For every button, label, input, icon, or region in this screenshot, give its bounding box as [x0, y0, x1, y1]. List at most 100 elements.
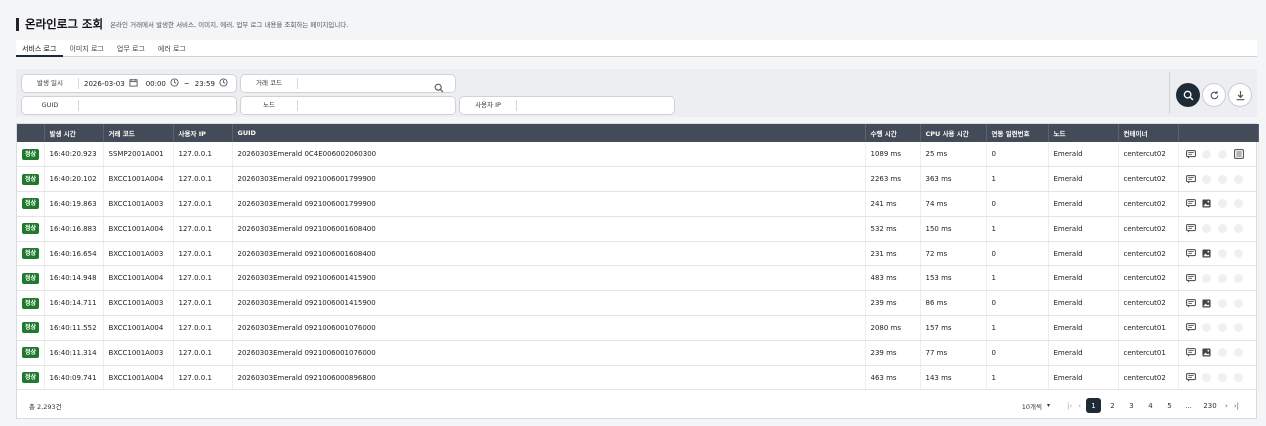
log-tabs: 서비스 로그 이미지 로그 업무 로그 에러 로그	[16, 40, 1257, 57]
table-row[interactable]: 정상 16:40:14.948 BXCC1001A004 127.0.0.1 20260…	[17, 265, 1259, 292]
cell-node: Emerald	[1048, 191, 1119, 217]
table-row[interactable]: 정상 16:40:16.883 BXCC1001A004 127.0.0.1 20260…	[17, 216, 1259, 242]
message-icon[interactable]	[1185, 348, 1196, 358]
message-icon[interactable]	[1185, 174, 1196, 184]
guid-field[interactable]: GUID	[21, 96, 237, 115]
user-ip-field[interactable]: 사용자 IP	[459, 96, 675, 115]
clock-icon[interactable]	[170, 78, 179, 89]
table-row[interactable]: 정상 16:40:11.552 BXCC1001A004 127.0.0.1 20260…	[17, 315, 1259, 341]
cell-node: Emerald	[1048, 216, 1119, 242]
page-size-select[interactable]: 10개씩 ▾	[1022, 401, 1050, 411]
cell-guid: 20260303Emerald 0921006001076000	[232, 340, 866, 366]
image-icon[interactable]	[1202, 298, 1212, 308]
tab-error-log[interactable]: 에러 로그	[152, 40, 193, 57]
table-row[interactable]: 정상 16:40:11.314 BXCC1001A003 127.0.0.1 20260…	[17, 340, 1259, 366]
table-row[interactable]: 정상 16:40:20.923 SSMP2001A001 127.0.0.1 20260…	[17, 142, 1259, 168]
cell-cpu-time: 150 ms	[920, 216, 987, 242]
cell-exec-time: 1089 ms	[865, 142, 921, 168]
cell-tx-code: BXCC1001A004	[103, 365, 174, 391]
status-badge: 정상	[22, 248, 40, 260]
page-5[interactable]: 5	[1162, 398, 1177, 413]
cell-actions	[1178, 191, 1259, 217]
node-field[interactable]: 노드	[240, 96, 456, 115]
message-icon[interactable]	[1185, 249, 1196, 259]
cell-tx-code: SSMP2001A001	[103, 142, 174, 168]
image-icon[interactable]	[1202, 199, 1212, 209]
cell-tx-code: BXCC1001A004	[103, 265, 174, 292]
next-page-icon[interactable]: ›	[1225, 402, 1228, 410]
detail-icon[interactable]	[1233, 149, 1244, 160]
cell-link-seq: 0	[986, 142, 1049, 168]
last-page-icon[interactable]: ›|	[1234, 402, 1239, 410]
message-icon[interactable]	[1185, 149, 1196, 159]
reset-button[interactable]	[1202, 83, 1226, 107]
detail-icon	[1234, 323, 1244, 333]
cell-container: centercut02	[1118, 365, 1179, 391]
message-icon[interactable]	[1185, 373, 1196, 383]
calendar-icon[interactable]	[129, 78, 138, 89]
message-icon[interactable]	[1185, 224, 1196, 234]
date-input[interactable]: 2026-03-03	[84, 80, 125, 88]
search-icon[interactable]	[434, 78, 444, 93]
cell-node: Emerald	[1048, 315, 1119, 341]
page-subtitle: 온라인 거래에서 발생한 서비스, 이미지, 에러, 업무 로그 내용을 조회하…	[110, 21, 349, 29]
detail-icon	[1234, 273, 1244, 283]
image-icon	[1202, 224, 1212, 234]
tab-service-log[interactable]: 서비스 로그	[16, 40, 64, 57]
cell-tx-code: BXCC1001A003	[103, 191, 174, 217]
table-row[interactable]: 정상 16:40:16.654 BXCC1001A003 127.0.0.1 20260…	[17, 241, 1259, 267]
col-cpu-time: CPU 사용 시간	[920, 124, 987, 142]
cell-link-seq: 1	[986, 166, 1049, 193]
image-icon[interactable]	[1202, 249, 1212, 259]
page-last-number[interactable]: 230	[1200, 398, 1220, 413]
page-2[interactable]: 2	[1105, 398, 1120, 413]
message-icon[interactable]	[1185, 199, 1196, 209]
first-page-icon[interactable]: |‹	[1067, 402, 1072, 410]
online-log-page: 온라인로그 조회 온라인 거래에서 발생한 서비스, 이미지, 에러, 업무 로…	[0, 0, 1266, 426]
tab-business-log[interactable]: 업무 로그	[111, 40, 152, 57]
end-time-input[interactable]: 23:59	[195, 80, 215, 88]
table-body: 정상 16:40:20.923 SSMP2001A001 127.0.0.1 20260…	[17, 142, 1259, 391]
table-row[interactable]: 정상 16:40:19.863 BXCC1001A003 127.0.0.1 20260…	[17, 191, 1259, 217]
page-3[interactable]: 3	[1124, 398, 1139, 413]
download-button[interactable]	[1228, 83, 1252, 107]
status-badge: 정상	[22, 173, 40, 185]
search-button[interactable]	[1176, 83, 1200, 107]
cell-cpu-time: 77 ms	[920, 340, 987, 366]
prev-page-icon[interactable]: ‹	[1078, 402, 1081, 410]
cell-guid: 20260303Emerald 0C4E006002060300	[232, 142, 866, 168]
message-icon[interactable]	[1185, 298, 1196, 308]
detail-icon	[1234, 199, 1244, 209]
cell-container: centercut02	[1118, 142, 1179, 168]
cell-exec-time: 483 ms	[865, 265, 921, 292]
cell-exec-time: 231 ms	[865, 241, 921, 267]
cell-status: 정상	[17, 216, 45, 242]
cell-exec-time: 2263 ms	[865, 166, 921, 193]
start-time-input[interactable]: 00:00	[146, 80, 166, 88]
tab-image-log[interactable]: 이미지 로그	[63, 40, 110, 57]
cell-status: 정상	[17, 290, 45, 317]
message-icon[interactable]	[1185, 273, 1196, 283]
cell-container: centercut01	[1118, 340, 1179, 366]
detail-icon	[1234, 348, 1244, 358]
page-4[interactable]: 4	[1143, 398, 1158, 413]
cell-container: centercut02	[1118, 166, 1179, 193]
table-row[interactable]: 정상 16:40:09.741 BXCC1001A004 127.0.0.1 20260…	[17, 365, 1259, 391]
table-row[interactable]: 정상 16:40:14.711 BXCC1001A003 127.0.0.1 20260…	[17, 290, 1259, 317]
table-row[interactable]: 정상 16:40:20.102 BXCC1001A004 127.0.0.1 20260…	[17, 166, 1259, 193]
pagination: 10개씩 ▾ |‹ ‹ 1 2 3 4 5 ... 230 › ›|	[1022, 397, 1242, 414]
cell-exec-time: 239 ms	[865, 340, 921, 366]
message-icon[interactable]	[1185, 323, 1196, 333]
cell-node: Emerald	[1048, 340, 1119, 366]
cell-cpu-time: 143 ms	[920, 365, 987, 391]
page-1[interactable]: 1	[1086, 398, 1102, 413]
clock-icon[interactable]	[219, 78, 228, 89]
row-action-group	[1184, 249, 1258, 259]
tx-code-field[interactable]: 거래 코드	[240, 74, 456, 93]
image-secondary-icon	[1218, 149, 1228, 159]
image-icon[interactable]	[1202, 348, 1212, 358]
date-range-field[interactable]: 발생 일시 2026-03-03 00:00 ~ 23:59	[21, 74, 237, 93]
row-action-group	[1184, 273, 1258, 283]
status-badge: 정상	[22, 148, 40, 160]
cell-status: 정상	[17, 265, 45, 292]
